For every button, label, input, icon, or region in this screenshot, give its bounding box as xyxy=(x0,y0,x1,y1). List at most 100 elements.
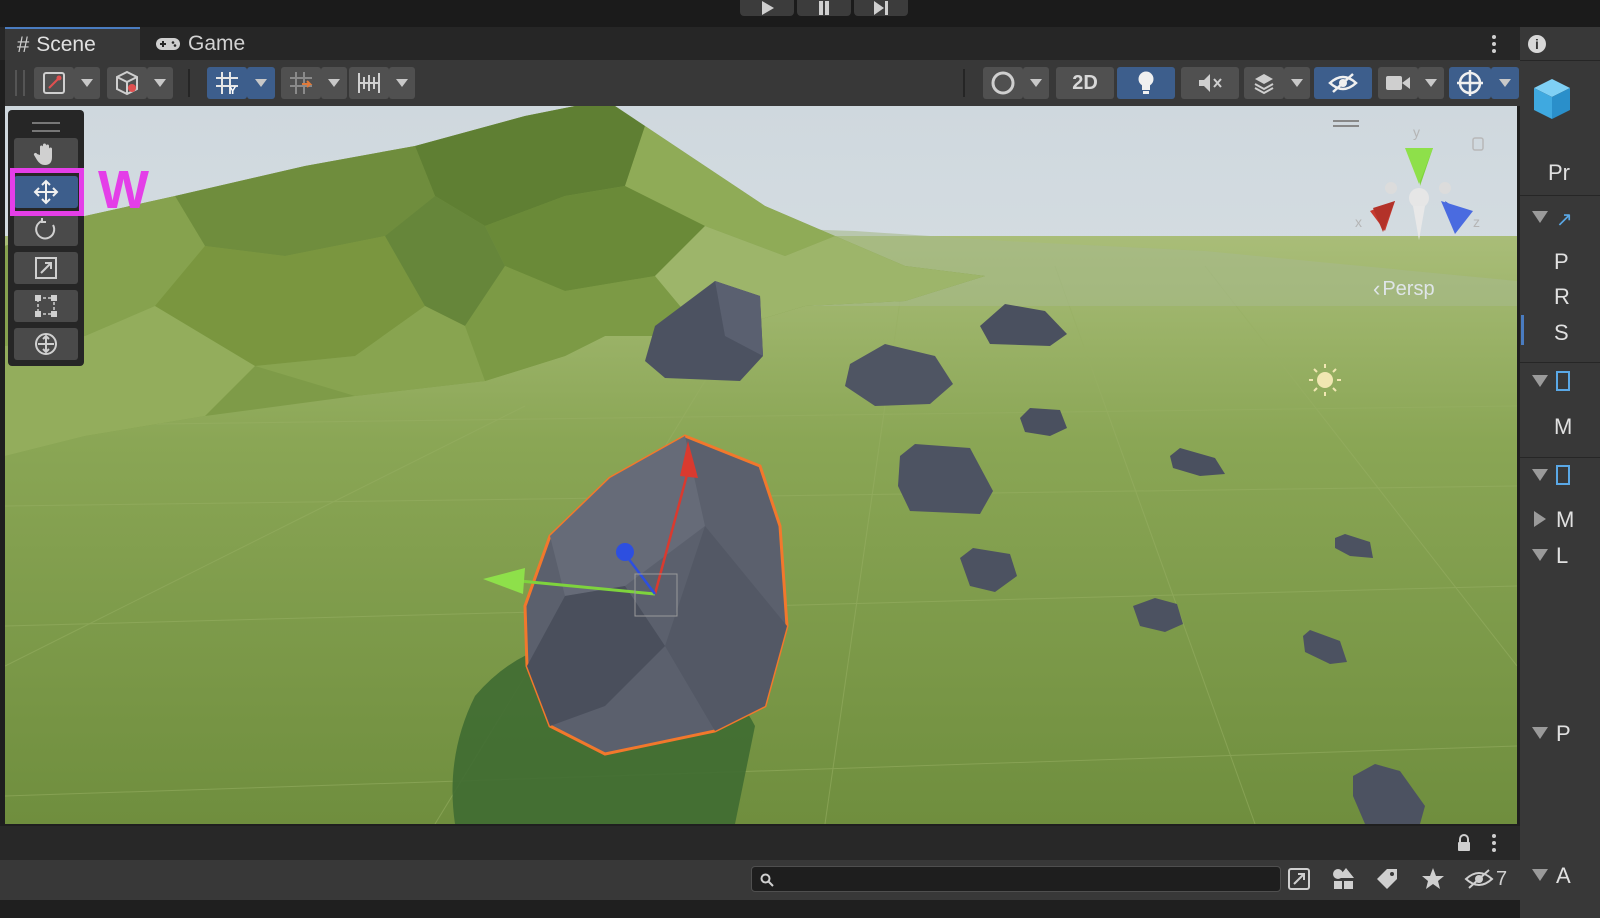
mesh-filter-icon xyxy=(1556,371,1570,391)
tool-handle-dropdown[interactable] xyxy=(74,67,100,99)
draw-mode-icon xyxy=(116,70,138,96)
inspector-row-2: R xyxy=(1554,284,1570,309)
divider xyxy=(1520,195,1600,196)
camera-dropdown[interactable] xyxy=(1418,67,1444,99)
bottom-bar xyxy=(0,826,1520,860)
tab-scene[interactable]: # Scene xyxy=(5,27,140,60)
scene-viewport[interactable]: y x z ‹ Persp xyxy=(5,106,1517,824)
camera-button[interactable] xyxy=(1378,67,1418,99)
gizmo-x-label: x xyxy=(1355,214,1362,230)
mesh-renderer-icon xyxy=(1556,465,1570,485)
increment-snap-icon xyxy=(290,72,313,94)
mode-2d-button[interactable]: 2D xyxy=(1056,67,1114,99)
inspector-tab[interactable] xyxy=(1520,27,1600,61)
ruler-dropdown[interactable] xyxy=(389,67,415,99)
tool-handle-button[interactable] xyxy=(34,67,74,99)
chevron-down-icon xyxy=(154,79,166,87)
shading-button[interactable] xyxy=(983,67,1023,99)
effects-dropdown[interactable] xyxy=(1284,67,1310,99)
foldout-transform[interactable] xyxy=(1532,211,1548,223)
shapes-icon xyxy=(1333,868,1354,889)
inspector-row-5: M xyxy=(1556,507,1575,532)
tab-bar: # Scene Game xyxy=(0,27,1552,60)
chevron-down-icon xyxy=(1532,869,1548,881)
increment-snap-dropdown[interactable] xyxy=(321,67,347,99)
projection-label: Persp xyxy=(1382,277,1435,300)
gizmos-button[interactable] xyxy=(1449,67,1491,99)
hidden-count: 7 xyxy=(1496,867,1508,890)
foldout-mesh-filter[interactable] xyxy=(1532,375,1548,387)
filter-label-button[interactable] xyxy=(1374,866,1400,892)
favorites-button[interactable] xyxy=(1420,866,1446,892)
ruler-button[interactable] xyxy=(349,67,389,99)
inspector-row-6: L xyxy=(1556,543,1569,568)
tab-scene-label: Scene xyxy=(36,32,96,56)
tools-overlay xyxy=(8,110,84,366)
scale-tool-button[interactable] xyxy=(14,252,78,284)
pause-button[interactable] xyxy=(797,0,851,16)
row-highlight xyxy=(1521,315,1524,345)
scale-icon xyxy=(35,257,57,279)
inspector-row-1: P xyxy=(1554,249,1569,274)
search-input[interactable] xyxy=(751,866,1281,892)
projection-toggle[interactable]: ‹ Persp xyxy=(1373,276,1435,302)
foldout-additional[interactable] xyxy=(1532,869,1548,881)
foldout-lighting[interactable] xyxy=(1532,549,1548,561)
chevron-down-icon xyxy=(1532,469,1548,481)
gizmo-y-label: y xyxy=(1413,124,1420,140)
foldout-probes[interactable] xyxy=(1532,727,1548,739)
chevron-right-icon xyxy=(1534,511,1546,527)
audio-button[interactable] xyxy=(1181,67,1239,99)
gizmos-dropdown[interactable] xyxy=(1491,67,1519,99)
pause-icon xyxy=(819,1,829,15)
draw-mode-dropdown[interactable] xyxy=(147,67,173,99)
chevron-down-icon xyxy=(328,79,340,87)
rect-tool-button[interactable] xyxy=(14,290,78,322)
shading-dropdown[interactable] xyxy=(1023,67,1049,99)
effects-button[interactable] xyxy=(1244,67,1284,99)
divider xyxy=(1520,457,1600,458)
sphere-shading-icon xyxy=(991,71,1015,95)
more-options-icon[interactable] xyxy=(1486,33,1502,55)
inspector-row-0: Pr xyxy=(1548,160,1570,185)
visibility-button[interactable] xyxy=(1314,67,1372,99)
toolbar-handle-icon[interactable] xyxy=(15,70,25,96)
filter-type-button[interactable] xyxy=(1330,866,1356,892)
gamepad-icon xyxy=(156,37,180,50)
mode-2d-label: 2D xyxy=(1072,71,1098,94)
more-options-icon[interactable] xyxy=(1486,832,1502,859)
hand-tool-button[interactable] xyxy=(14,138,78,170)
grid-snap-dropdown[interactable] xyxy=(247,67,275,99)
foldout-materials[interactable] xyxy=(1534,511,1546,527)
star-icon xyxy=(1422,868,1444,889)
chevron-down-icon xyxy=(1532,727,1548,739)
transform-icon xyxy=(35,333,57,355)
svg-text:Y: Y xyxy=(229,85,237,96)
tool-handle-icon xyxy=(43,72,65,94)
overlay-drag-handle[interactable] xyxy=(32,122,60,132)
rotate-tool-button[interactable] xyxy=(14,214,78,246)
draw-mode-button[interactable] xyxy=(107,67,147,99)
step-button[interactable] xyxy=(854,0,908,16)
hidden-eye-icon xyxy=(1464,869,1494,889)
play-icon xyxy=(762,1,774,15)
grid-icon: # xyxy=(17,31,30,57)
grid-snap-button[interactable]: Y xyxy=(207,67,247,99)
move-tool-highlight xyxy=(10,168,84,216)
chevron-down-icon xyxy=(81,79,93,87)
tab-game-label: Game xyxy=(188,31,246,55)
play-button[interactable] xyxy=(740,0,794,16)
transform-tool-button[interactable] xyxy=(14,328,78,360)
tag-icon xyxy=(1377,869,1397,889)
hidden-eye-icon xyxy=(1328,73,1358,93)
chevron-down-icon xyxy=(1532,211,1548,223)
chevron-down-icon xyxy=(1030,79,1042,87)
chevron-down-icon xyxy=(1499,79,1511,87)
hidden-packages-toggle[interactable]: 7 xyxy=(1464,866,1514,892)
lighting-button[interactable] xyxy=(1117,67,1175,99)
increment-snap-button[interactable] xyxy=(281,67,321,99)
lock-icon[interactable] xyxy=(1456,834,1472,857)
open-window-button[interactable] xyxy=(1286,866,1312,892)
tab-game[interactable]: Game xyxy=(143,27,263,60)
foldout-mesh-renderer[interactable] xyxy=(1532,469,1548,481)
